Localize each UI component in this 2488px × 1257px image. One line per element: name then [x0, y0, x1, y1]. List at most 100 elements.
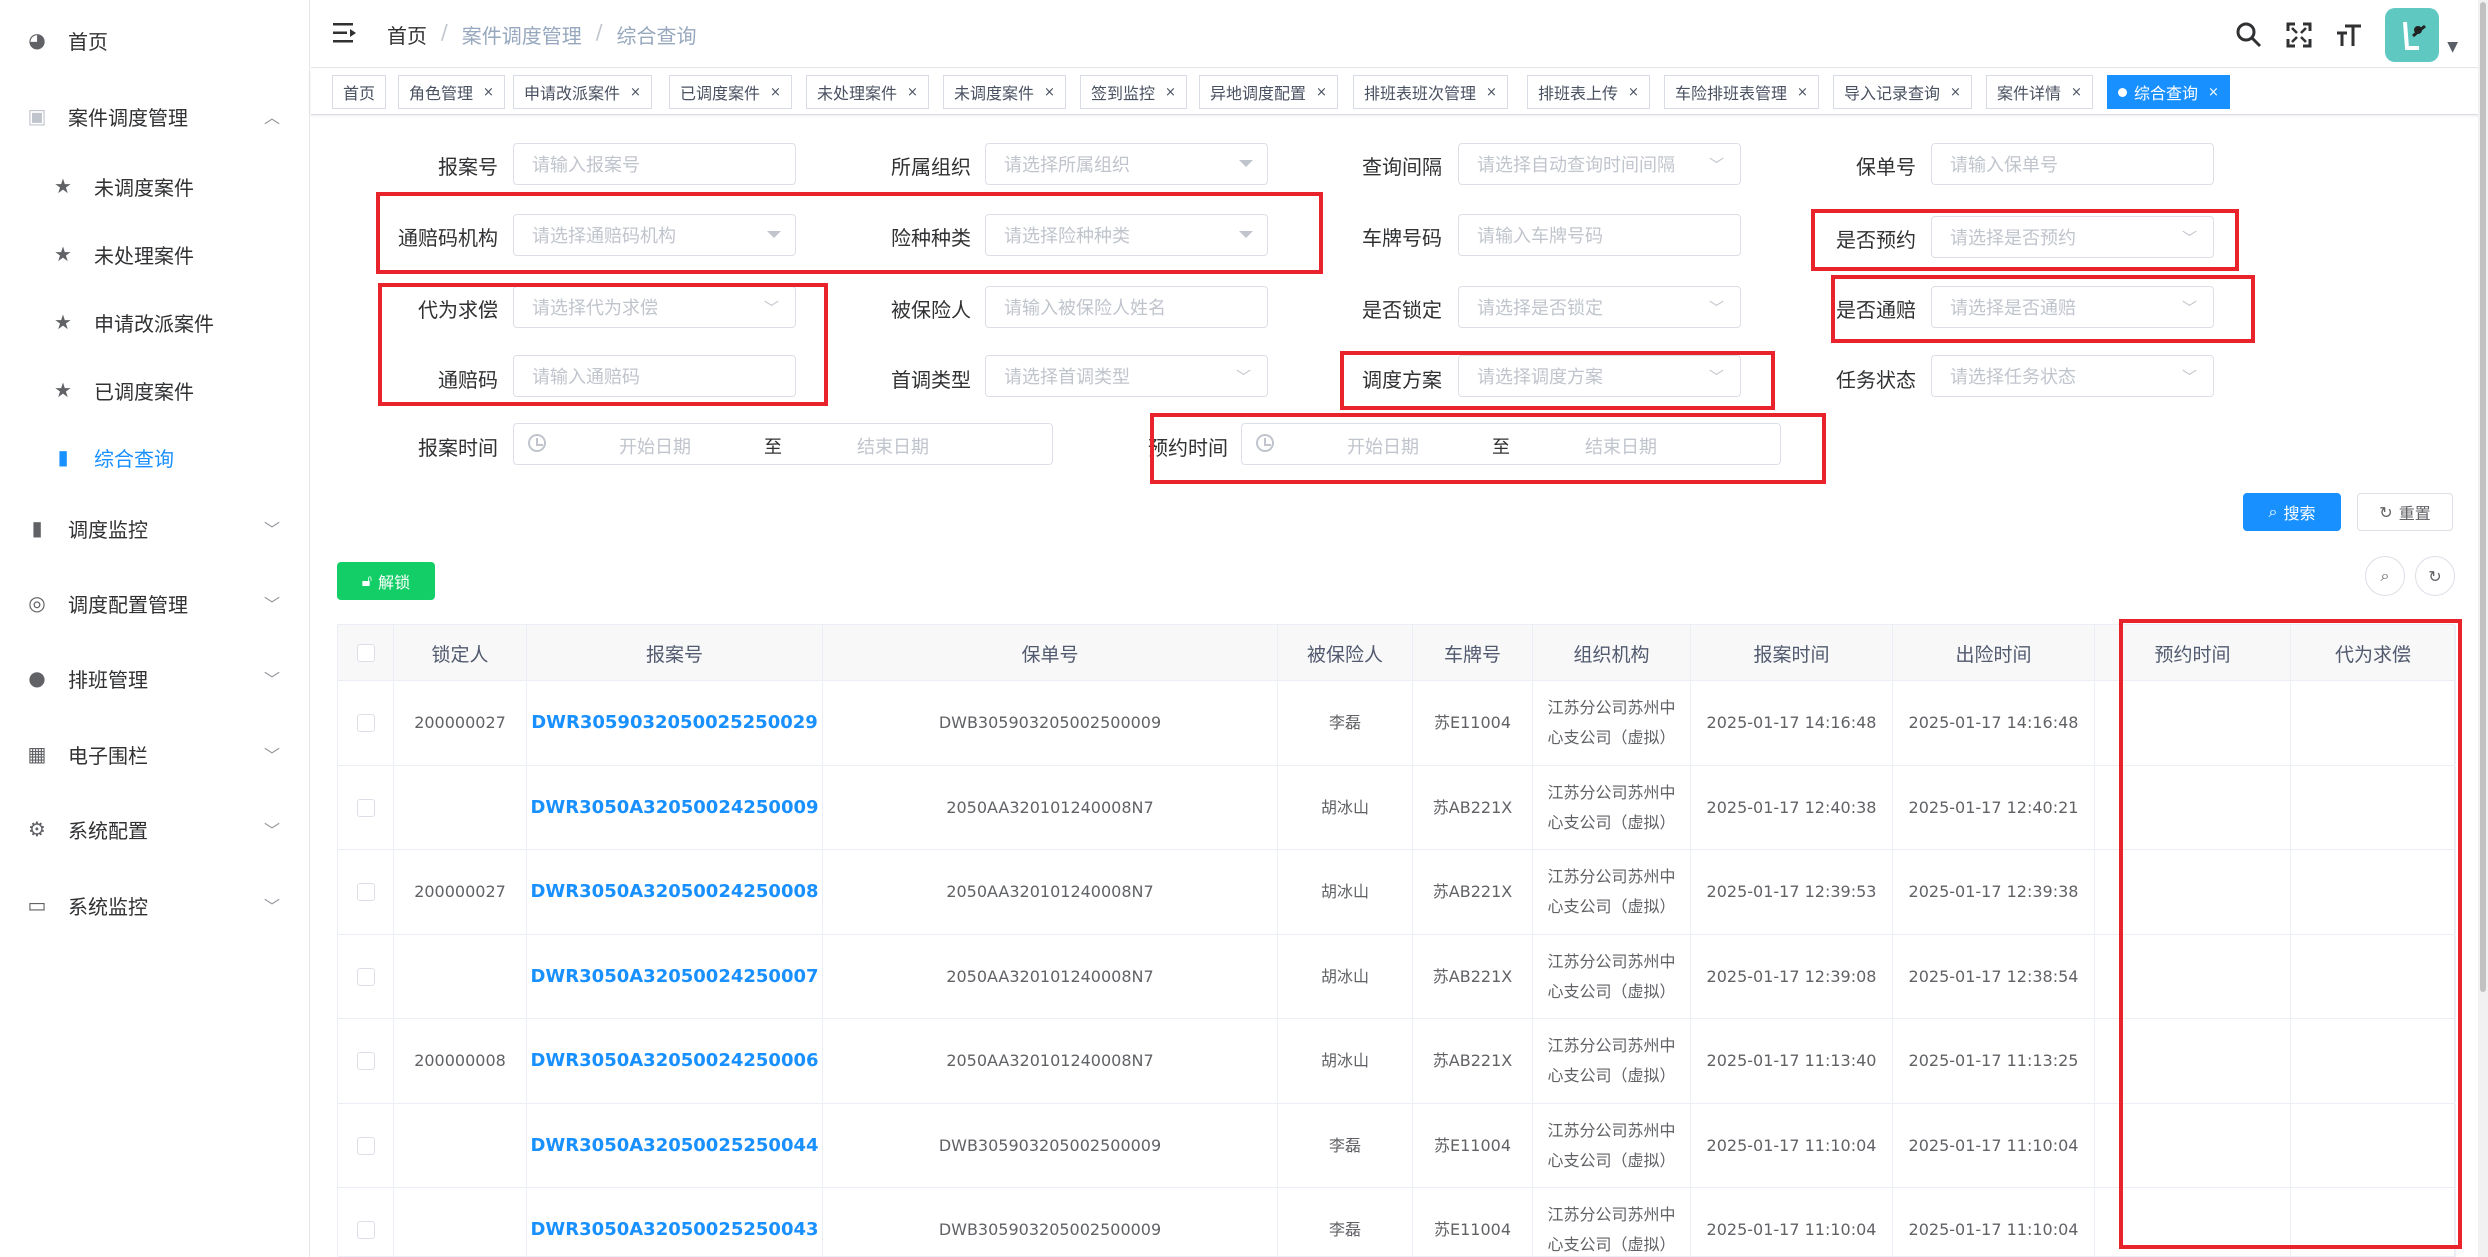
table-row[interactable]: 200000027 DWR3050A32050024250008 2050AA320… [338, 850, 2456, 935]
is-locked-select[interactable]: 请选择是否锁定 ﹀ [1458, 286, 1741, 328]
search-button[interactable]: ⌕ 搜索 [2243, 493, 2341, 531]
report-no-link[interactable]: DWR3050A32050024250008 [527, 850, 823, 934]
proxy-claim-select[interactable]: 请选择代为求偿 ﹀ [513, 286, 796, 328]
sidebar-item-dispatch-monitor[interactable]: ▮ 调度监控 ﹀ [0, 498, 310, 558]
org-select[interactable]: 请选择所属组织 [985, 143, 1268, 185]
tag-signin-monitor[interactable]: 签到监控 × [1080, 75, 1187, 109]
sidebar-item-system-monitor[interactable]: ▭ 系统监控 ﹀ [0, 875, 310, 935]
row-checkbox[interactable] [356, 1221, 375, 1239]
hamburger-icon[interactable] [333, 22, 357, 44]
dispatch-plan-select[interactable]: 请选择调度方案 ﹀ [1458, 355, 1741, 397]
tag-case-detail[interactable]: 案件详情 × [1986, 75, 2093, 109]
tongpei-code-input[interactable]: 请输入通赔码 [513, 355, 796, 397]
task-status-select[interactable]: 请选择任务状态 ﹀ [1931, 355, 2214, 397]
interval-select[interactable]: 请选择自动查询时间间隔 ﹀ [1458, 143, 1741, 185]
row-checkbox[interactable] [356, 714, 375, 732]
tag-undispatched[interactable]: 未调度案件 × [943, 75, 1066, 109]
report-no-link[interactable]: DWR3050A32050025250044 [527, 1103, 823, 1188]
table-row[interactable]: DWR3050A32050024250007 2050AA320101240008… [338, 934, 2456, 1019]
close-icon[interactable]: × [1165, 85, 1176, 100]
table-row[interactable]: DWR3050A32050025250043 DWB305903205002500… [338, 1188, 2456, 1257]
sidebar-item-dispatch-config[interactable]: ◎ 调度配置管理 ﹀ [0, 573, 310, 633]
tag-auto-schedule[interactable]: 车险排班表管理 × [1664, 75, 1819, 109]
tag-import-records[interactable]: 导入记录查询 × [1833, 75, 1972, 109]
fullscreen-icon[interactable] [2285, 21, 2313, 49]
report-time-range[interactable]: 开始日期 至 结束日期 [513, 423, 1053, 465]
close-icon[interactable]: × [1316, 85, 1327, 100]
row-checkbox[interactable] [356, 798, 375, 817]
sidebar-item-reassign[interactable]: ★ 申请改派案件 [0, 292, 310, 352]
close-icon[interactable]: × [1628, 85, 1639, 100]
close-icon[interactable]: × [2071, 85, 2082, 100]
sidebar-item-dispatched[interactable]: ★ 已调度案件 [0, 360, 310, 420]
sidebar-item-case-dispatch[interactable]: ▣ 案件调度管理 ︿ [0, 86, 310, 146]
appoint-time-end[interactable]: 结束日期 [1585, 433, 1657, 459]
tag-schedule-upload[interactable]: 排班表上传 × [1527, 75, 1650, 109]
appoint-time-start[interactable]: 开始日期 [1347, 433, 1419, 459]
row-checkbox[interactable] [356, 1136, 375, 1155]
toggle-search-button[interactable]: ⌕ [2365, 556, 2405, 596]
tag-role-management[interactable]: 角色管理 × [398, 75, 505, 109]
report-no-link[interactable]: DWR3050A32050025250043 [527, 1188, 823, 1257]
appoint-time-range[interactable]: 开始日期 至 结束日期 [1241, 423, 1781, 465]
tongpei-org-select[interactable]: 请选择通赔码机构 [513, 214, 796, 256]
close-icon[interactable]: × [1950, 85, 1961, 100]
refresh-table-button[interactable]: ↻ [2415, 556, 2455, 596]
avatar[interactable] [2385, 8, 2440, 62]
unlock-button[interactable]: 🔓︎ 解锁 [337, 562, 435, 600]
risk-type-select[interactable]: 请选择险种种类 [985, 214, 1268, 256]
plate-input[interactable]: 请输入车牌号码 [1458, 214, 1741, 256]
sidebar-item-geofence[interactable]: ▦ 电子围栏 ﹀ [0, 724, 310, 784]
row-checkbox[interactable] [356, 967, 375, 986]
table-row[interactable]: DWR3050A32050024250009 2050AA320101240008… [338, 765, 2456, 850]
tag-comprehensive-query[interactable]: 综合查询 × [2107, 75, 2230, 109]
tag-remote-dispatch[interactable]: 异地调度配置 × [1199, 75, 1338, 109]
label-risk-type: 险种种类 [891, 226, 971, 250]
close-icon[interactable]: × [907, 85, 918, 100]
report-time-start[interactable]: 开始日期 [619, 433, 691, 459]
close-icon[interactable]: × [1486, 85, 1497, 100]
sidebar-item-home[interactable]: ◕ 首页 [0, 10, 310, 70]
scrollbar-thumb[interactable] [2480, 2, 2486, 992]
sidebar-item-undispatched[interactable]: ★ 未调度案件 [0, 156, 310, 216]
tag-dispatched[interactable]: 已调度案件 × [669, 75, 792, 109]
row-checkbox[interactable] [356, 1052, 375, 1070]
report-no-link[interactable]: DWR3050A32050024250009 [527, 765, 823, 850]
caret-down-icon[interactable]: ▼ [2447, 39, 2458, 55]
chevron-down-icon: ﹀ [263, 746, 280, 765]
table-row[interactable]: DWR3050A32050025250044 DWB305903205002500… [338, 1103, 2456, 1188]
tag-unprocessed[interactable]: 未处理案件 × [806, 75, 929, 109]
is-tongpei-select[interactable]: 请选择是否通赔 ﹀ [1931, 286, 2214, 328]
sidebar-item-schedule[interactable]: ● 排班管理 ﹀ [0, 648, 310, 708]
tag-shift-management[interactable]: 排班表班次管理 × [1353, 75, 1508, 109]
sidebar-item-unprocessed[interactable]: ★ 未处理案件 [0, 224, 310, 284]
is-appoint-select[interactable]: 请选择是否预约 ﹀ [1931, 216, 2214, 258]
table-row[interactable]: 200000008 DWR3050A32050024250006 2050AA320… [338, 1019, 2456, 1104]
sidebar-item-system-config[interactable]: ⚙ 系统配置 ﹀ [0, 799, 310, 859]
page-scrollbar[interactable] [2478, 0, 2488, 1257]
report-no-link[interactable]: DWR3050A32050024250006 [527, 1019, 823, 1103]
breadcrumb-home[interactable]: 首页 [387, 20, 427, 49]
close-icon[interactable]: × [1797, 85, 1808, 100]
first-type-select[interactable]: 请选择首调类型 ﹀ [985, 355, 1268, 397]
close-icon[interactable]: × [630, 85, 641, 100]
tag-home[interactable]: 首页 [332, 75, 387, 109]
close-icon[interactable]: × [1044, 85, 1055, 100]
select-all-checkbox[interactable] [356, 644, 375, 662]
policy-no-input[interactable]: 请输入保单号 [1931, 143, 2214, 185]
report-no-link[interactable]: DWR3059032050025250029 [527, 681, 823, 765]
sidebar-item-comprehensive-query[interactable]: ▮ 综合查询 [0, 427, 310, 487]
font-size-icon[interactable] [2335, 21, 2363, 49]
close-icon[interactable]: × [2208, 85, 2219, 100]
report-no-input[interactable]: 请输入报案号 [513, 143, 796, 185]
report-no-link[interactable]: DWR3050A32050024250007 [527, 934, 823, 1019]
table-row[interactable]: 200000027 DWR3059032050025250029 DWB305903… [338, 681, 2456, 766]
tag-reassign[interactable]: 申请改派案件 × [513, 75, 652, 109]
search-icon[interactable] [2235, 21, 2263, 49]
report-time-end[interactable]: 结束日期 [857, 433, 929, 459]
insured-input[interactable]: 请输入被保险人姓名 [985, 286, 1268, 328]
close-icon[interactable]: × [483, 85, 494, 100]
reset-button[interactable]: ↻ 重置 [2357, 493, 2453, 531]
close-icon[interactable]: × [770, 85, 781, 100]
row-checkbox[interactable] [356, 883, 375, 901]
